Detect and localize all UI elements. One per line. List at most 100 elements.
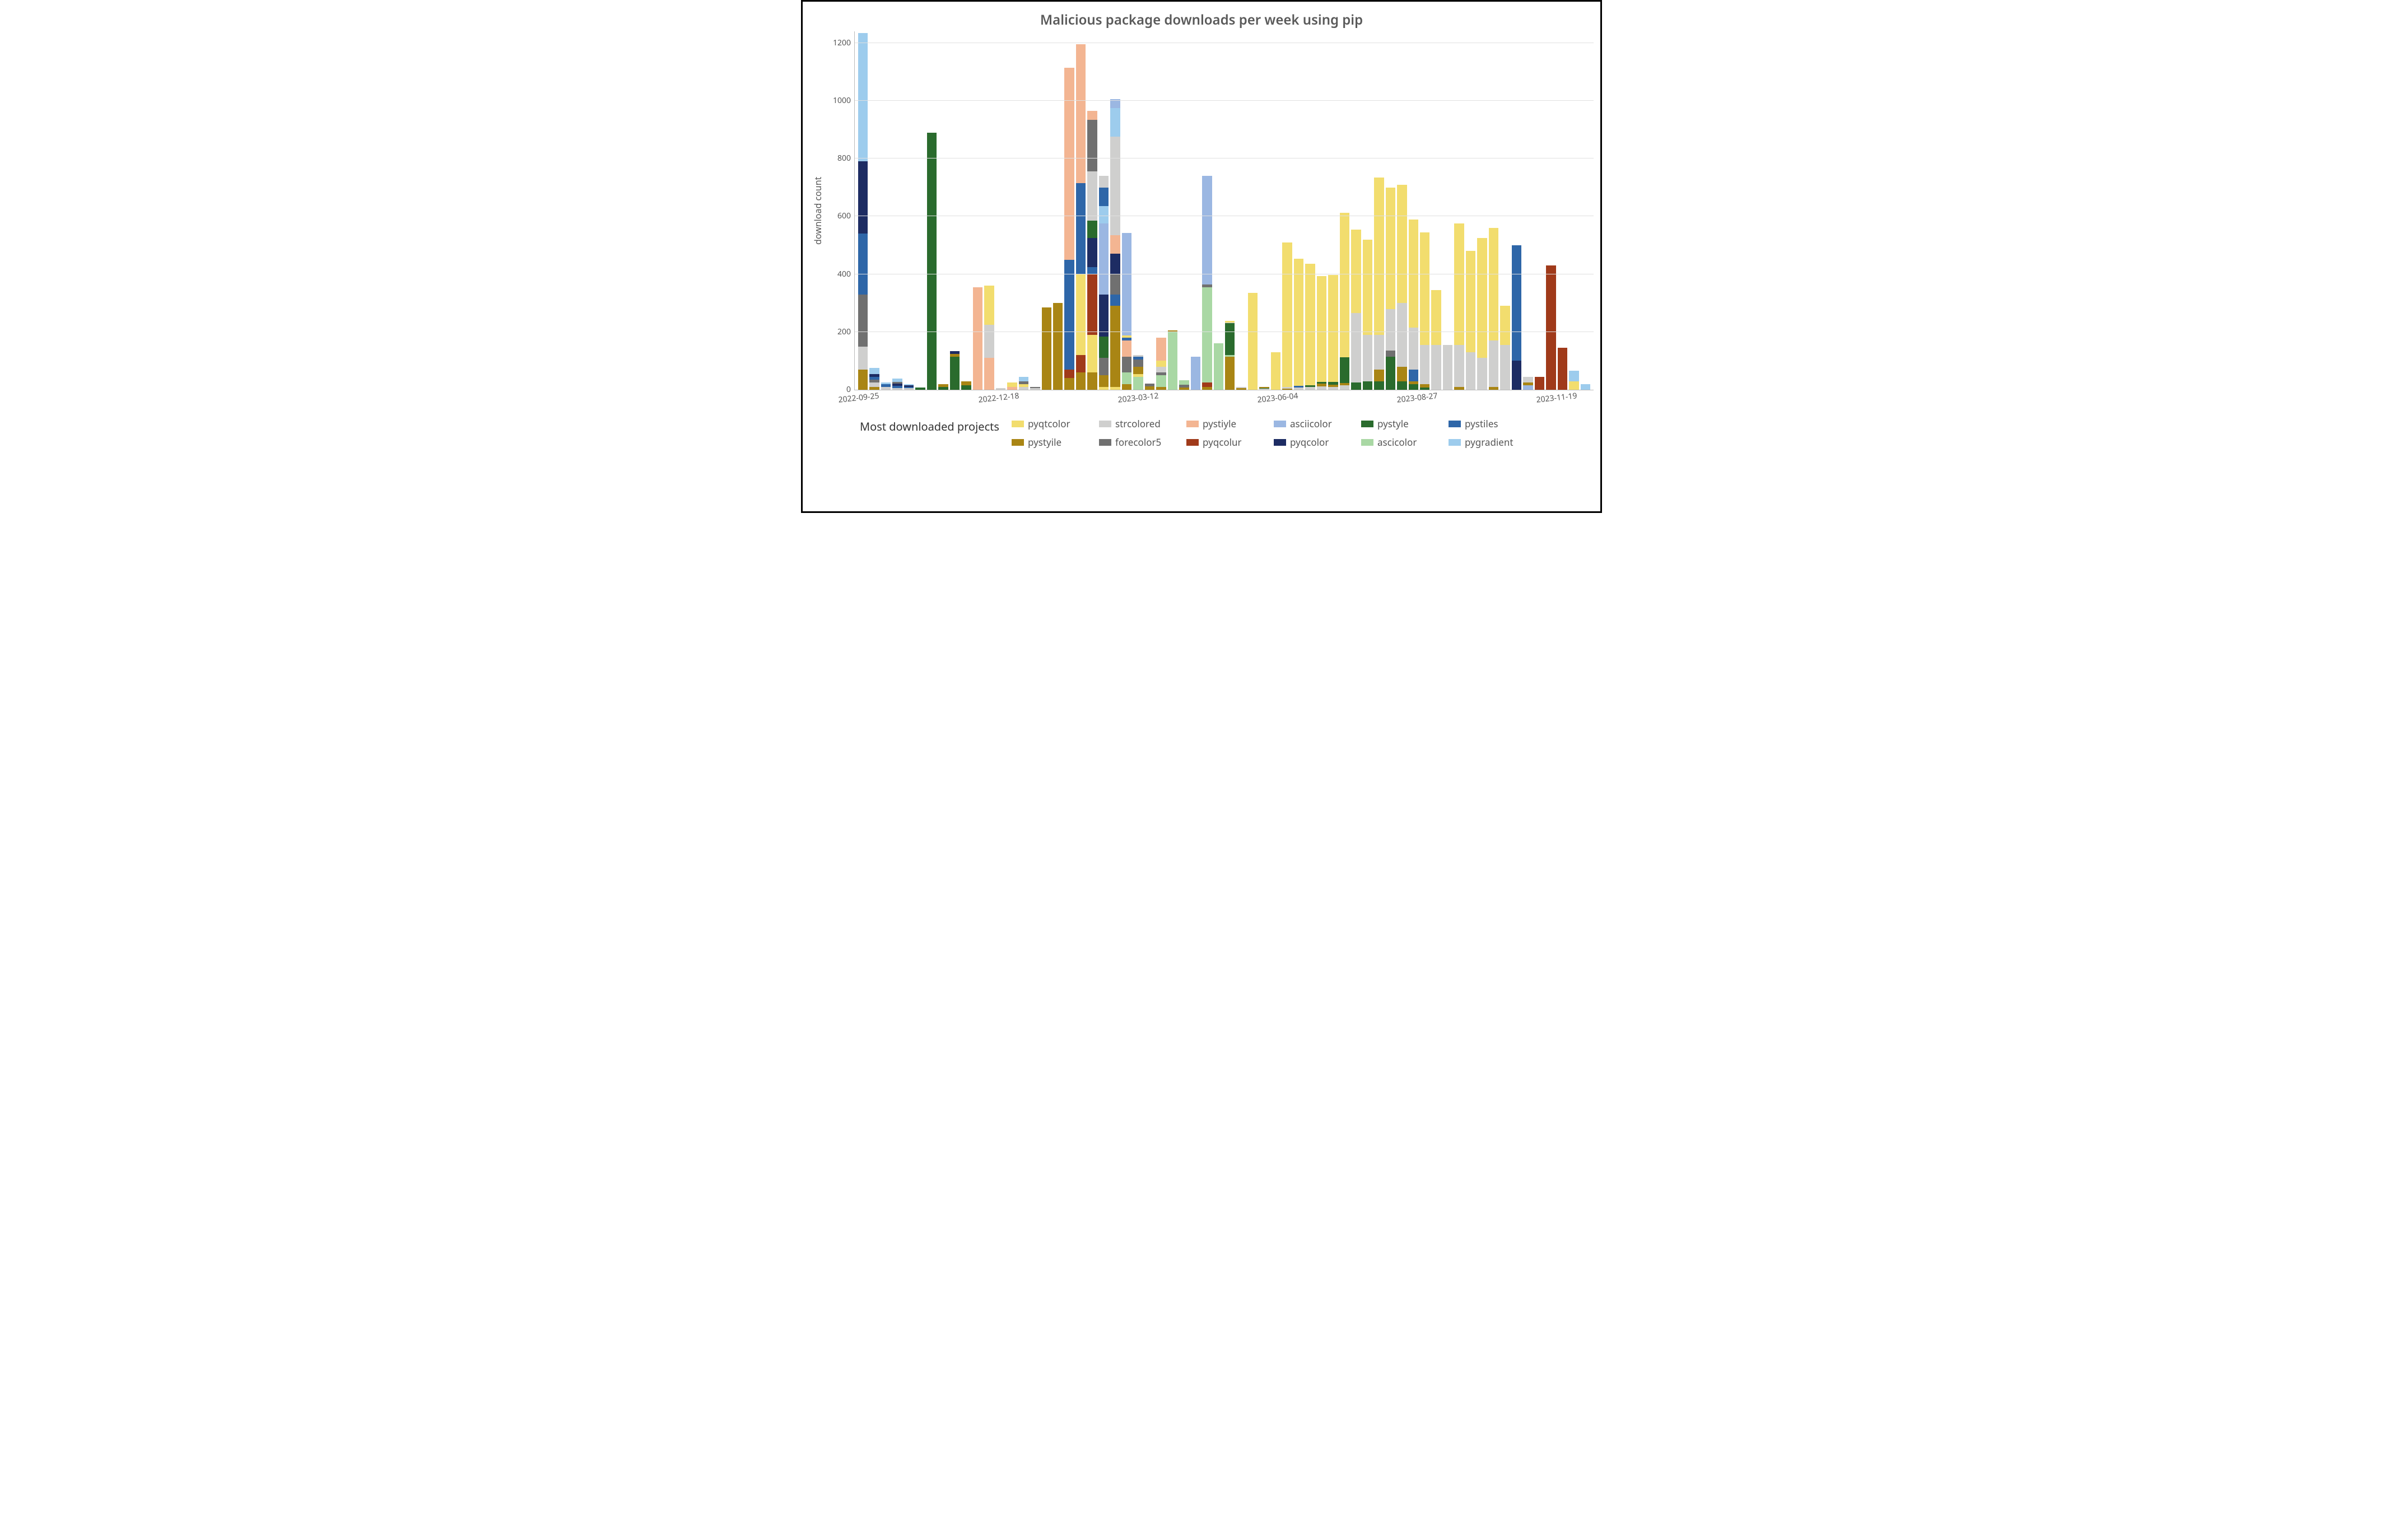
legend-item: pyqcolor — [1274, 436, 1347, 449]
bar-segment — [1145, 386, 1154, 390]
bar — [1145, 384, 1154, 390]
bar-segment — [1133, 360, 1143, 367]
y-tick: 600 — [837, 212, 851, 220]
bar-segment — [1099, 358, 1109, 375]
bar-segment — [1363, 335, 1372, 381]
bar-segment — [1122, 357, 1131, 372]
bar-segment — [1466, 251, 1475, 352]
chart-frame: Malicious package downloads per week usi… — [801, 0, 1602, 513]
bar-segment — [1214, 343, 1223, 390]
bar-segment — [996, 388, 1005, 390]
bar-segment — [1087, 238, 1097, 267]
legend-item: pyqcolur — [1186, 436, 1259, 449]
bar-segment — [1523, 385, 1533, 390]
bar — [984, 286, 994, 390]
bar — [1340, 213, 1349, 390]
bar-segment — [1351, 313, 1361, 382]
bar-segment — [1042, 307, 1051, 390]
legend-swatch — [1274, 439, 1286, 446]
bar — [1248, 293, 1258, 390]
x-tick: 2023-03-12 — [1117, 390, 1159, 405]
bar-segment — [1340, 213, 1349, 357]
bar — [1431, 290, 1441, 390]
bar — [1500, 306, 1510, 390]
bar-segment — [1431, 290, 1441, 345]
bar-segment — [1409, 384, 1418, 390]
bar — [1409, 220, 1418, 390]
bar-segment — [1420, 345, 1429, 384]
bar-segment — [1099, 375, 1109, 387]
bar-segment — [1110, 108, 1120, 137]
bar — [1569, 371, 1578, 390]
legend-label: pyqcolur — [1203, 436, 1242, 449]
bar-segment — [1133, 377, 1143, 390]
bar-segment — [1156, 338, 1166, 361]
legend-swatch — [1012, 439, 1024, 446]
legend-label: pygradient — [1465, 436, 1513, 449]
chart-title: Malicious package downloads per week usi… — [809, 11, 1594, 29]
bar-segment — [1489, 387, 1498, 390]
legend-item: strcolored — [1099, 417, 1172, 430]
bar-segment — [1489, 228, 1498, 340]
bar-segment — [1156, 367, 1166, 372]
bar-segment — [858, 33, 868, 162]
bar-segment — [1064, 68, 1074, 260]
bar-segment — [1064, 370, 1074, 378]
bar-segment — [1363, 240, 1372, 335]
chart-area — [854, 31, 1594, 390]
legend-swatch — [1186, 421, 1199, 427]
bar-segment — [1500, 345, 1510, 390]
bar-segment — [1558, 348, 1567, 390]
bar-segment — [1076, 274, 1086, 356]
bar — [1523, 377, 1533, 390]
bar — [1512, 245, 1521, 390]
bar-segment — [1546, 265, 1556, 390]
bar — [1477, 238, 1487, 390]
bar-segment — [984, 286, 994, 325]
legend-label: pystyile — [1028, 436, 1061, 449]
bar-segment — [1076, 44, 1086, 183]
bar — [1466, 251, 1475, 390]
bar-segment — [1099, 337, 1109, 358]
bar-segment — [938, 387, 948, 390]
bar — [1191, 357, 1200, 390]
bar-segment — [1191, 357, 1200, 390]
bar-segment — [1122, 340, 1131, 356]
bar-segment — [1122, 372, 1131, 384]
bar-segment — [1099, 188, 1109, 207]
x-tick: 2023-06-04 — [1256, 390, 1298, 405]
bar-segment — [1282, 389, 1292, 390]
legend-label: pyqcolor — [1290, 436, 1329, 449]
bar-segment — [1030, 388, 1040, 390]
bar-segment — [869, 368, 879, 374]
bar-segment — [1099, 176, 1109, 188]
bar-segment — [1087, 274, 1097, 335]
bar-segment — [1122, 233, 1131, 335]
bar-segment — [1099, 387, 1109, 390]
bar — [961, 381, 971, 390]
plot-row: download count 020040060080010001200 — [809, 31, 1594, 390]
bar — [1236, 387, 1246, 390]
bar — [1558, 348, 1567, 390]
bar-segment — [1512, 245, 1521, 361]
bar-segment — [1397, 381, 1407, 390]
bar-segment — [1431, 345, 1441, 390]
bar-segment — [1454, 345, 1464, 387]
bar — [892, 379, 902, 390]
bar-segment — [869, 387, 879, 390]
bar — [1007, 382, 1017, 390]
bar — [1420, 232, 1429, 390]
bar — [1363, 240, 1372, 390]
bar-segment — [858, 370, 868, 390]
bar-segment — [1019, 377, 1028, 381]
bar — [1019, 377, 1028, 390]
bar-segment — [1282, 242, 1292, 387]
bar-segment — [1007, 387, 1017, 390]
bar-segment — [1523, 377, 1533, 382]
legend-item: forecolor5 — [1099, 436, 1172, 449]
legend-swatch — [1449, 439, 1461, 446]
legend-swatch — [1012, 421, 1024, 427]
bar-segment — [1248, 293, 1258, 390]
x-tick: 2023-11-19 — [1536, 390, 1578, 405]
legend-label: pystiles — [1465, 417, 1498, 430]
